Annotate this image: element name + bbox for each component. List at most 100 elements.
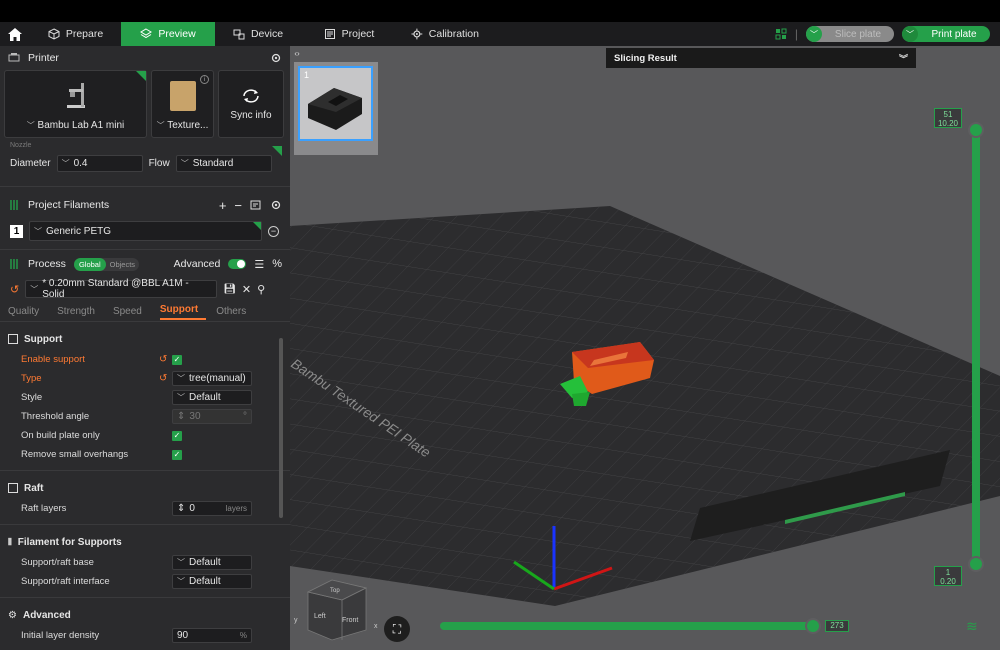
raft-layers-input[interactable]: ⇕ 0 layers: [172, 501, 252, 516]
reset-icon[interactable]: ↺: [10, 283, 19, 296]
filament-index: 1: [10, 224, 23, 238]
density-label: Initial layer density: [21, 630, 100, 641]
compare-icon[interactable]: %: [272, 258, 282, 270]
scope-objects[interactable]: Objects: [106, 258, 139, 271]
slice-plate-button[interactable]: ﹀ Slice plate: [806, 26, 894, 42]
printer-model-icon: [67, 83, 85, 108]
fit-view-icon[interactable]: ⛶: [384, 616, 410, 642]
chevron-down-icon[interactable]: ﹀: [902, 26, 918, 42]
remove-small-option: Remove small overhangs ✓: [0, 445, 290, 464]
process-title: Process: [28, 258, 66, 270]
tab-label: Device: [250, 28, 284, 40]
enable-support-option: Enable support ↺ ✓: [0, 350, 290, 369]
add-icon[interactable]: +: [219, 198, 227, 213]
list-icon[interactable]: ☰: [254, 258, 264, 271]
chevron-down-icon: ﹀: [177, 577, 185, 586]
advanced-label: Advanced: [173, 258, 221, 270]
scope-toggle[interactable]: Global Objects: [73, 257, 140, 271]
style-select[interactable]: ﹀ Default: [172, 390, 252, 405]
subtab-support[interactable]: Support: [159, 304, 207, 320]
flow-select[interactable]: ﹀ Standard: [175, 154, 272, 172]
stepper-icon: ⇕: [177, 503, 186, 514]
layer-slider[interactable]: [972, 126, 980, 566]
layers-icon[interactable]: ≋: [966, 618, 978, 635]
advanced-toggle[interactable]: [228, 259, 247, 269]
type-select[interactable]: ﹀ tree(manual): [172, 371, 252, 386]
info-icon[interactable]: i: [200, 75, 209, 84]
enable-support-checkbox[interactable]: ✓: [172, 354, 182, 365]
subtab-strength[interactable]: Strength: [57, 306, 103, 317]
chevron-down-icon: ﹀: [180, 158, 189, 168]
save-icon[interactable]: 💾︎: [223, 284, 236, 295]
subtab-others[interactable]: Others: [216, 306, 254, 317]
remove-filament-icon[interactable]: −: [268, 225, 279, 237]
reset-icon[interactable]: ↺: [159, 354, 167, 365]
subtab-speed[interactable]: Speed: [113, 306, 150, 317]
build-plate-only-checkbox[interactable]: ✓: [172, 430, 182, 441]
print-plate-button[interactable]: ﹀ Print plate: [902, 26, 990, 42]
gear-icon[interactable]: [270, 52, 282, 64]
filament-row: 1 ﹀ Generic PETG −: [0, 217, 290, 245]
support-base-select[interactable]: ﹀ Default: [172, 555, 252, 570]
sync-info-button[interactable]: Sync info: [218, 70, 284, 138]
enable-support-label: Enable support: [21, 354, 85, 365]
reset-icon[interactable]: ↺: [159, 373, 167, 384]
tab-prepare[interactable]: Prepare: [30, 22, 121, 46]
tab-preview[interactable]: Preview: [121, 22, 215, 46]
remove-small-label: Remove small overhangs: [21, 449, 129, 460]
3d-viewport[interactable]: ‹› 1 Slicing Result ︾ Bambu Textured PEI…: [290, 46, 1000, 650]
selected-corner: [136, 71, 146, 81]
scope-global[interactable]: Global: [73, 257, 106, 271]
support-interface-select[interactable]: ﹀ Default: [172, 574, 252, 589]
selected-corner: [253, 222, 261, 230]
remove-small-checkbox[interactable]: ✓: [172, 449, 182, 460]
plate-grid: [290, 206, 1000, 606]
layout-icon[interactable]: [775, 28, 787, 40]
print-plate-label: Print plate: [931, 28, 977, 40]
filament-support-icon: ⫴: [8, 536, 12, 547]
view-cube[interactable]: Top Left Front y x: [294, 579, 378, 641]
remove-icon[interactable]: −: [234, 198, 242, 213]
subtab-quality[interactable]: Quality: [8, 306, 47, 317]
close-icon[interactable]: ✕: [242, 283, 251, 296]
filament-settings-icon[interactable]: [250, 199, 262, 211]
chevron-down-icon[interactable]: ﹀: [806, 26, 822, 42]
filament-name: Generic PETG: [46, 225, 112, 237]
density-input[interactable]: 90%: [172, 628, 252, 643]
move-slider-knob[interactable]: [805, 618, 821, 634]
density-option: Initial layer density 90%: [0, 626, 290, 645]
axis-y-label: y: [294, 617, 298, 624]
tab-project[interactable]: Project: [301, 22, 397, 46]
filament-select[interactable]: ﹀ Generic PETG: [29, 221, 262, 241]
layer-slider-bottom-knob[interactable]: [968, 556, 984, 572]
tab-calibration[interactable]: Calibration: [397, 22, 493, 46]
gear-icon[interactable]: [270, 199, 282, 211]
preset-select[interactable]: ﹀ * 0.20mm Standard @BBL A1M - Solid: [25, 278, 218, 300]
home-icon[interactable]: [0, 22, 30, 46]
toolbar-right: | ﹀ Slice plate ﹀ Print plate: [775, 22, 1000, 46]
plate-card[interactable]: i ﹀ Texture...: [151, 70, 214, 138]
search-icon[interactable]: ⚲: [257, 283, 265, 296]
tab-device[interactable]: Device: [215, 22, 301, 46]
threshold-input[interactable]: ⇕ 30 °: [172, 409, 252, 424]
project-icon: [324, 29, 335, 39]
layer-slider-top-knob[interactable]: [968, 122, 984, 138]
type-label: Type: [21, 373, 42, 384]
preset-row: ↺ ﹀ * 0.20mm Standard @BBL A1M - Solid 💾︎…: [0, 276, 290, 302]
divider: [0, 524, 290, 525]
plate-name: Texture...: [167, 120, 209, 131]
printer-card[interactable]: ﹀ Bambu Lab A1 mini: [4, 70, 147, 138]
support-interface-option: Support/raft interface ﹀ Default: [0, 572, 290, 591]
advanced-title: Advanced: [22, 609, 71, 621]
device-icon: [233, 29, 245, 40]
sync-label: Sync info: [230, 109, 272, 121]
chevron-down-icon: ﹀: [26, 121, 35, 130]
selected-corner: [272, 146, 282, 156]
scrollbar[interactable]: [279, 338, 283, 518]
threshold-unit: °: [243, 411, 247, 422]
move-slider[interactable]: [440, 622, 818, 630]
tab-label: Calibration: [428, 28, 479, 40]
diameter-select[interactable]: ﹀ 0.4: [56, 154, 143, 172]
sync-icon: [243, 88, 259, 103]
printer-icon: [8, 53, 20, 62]
